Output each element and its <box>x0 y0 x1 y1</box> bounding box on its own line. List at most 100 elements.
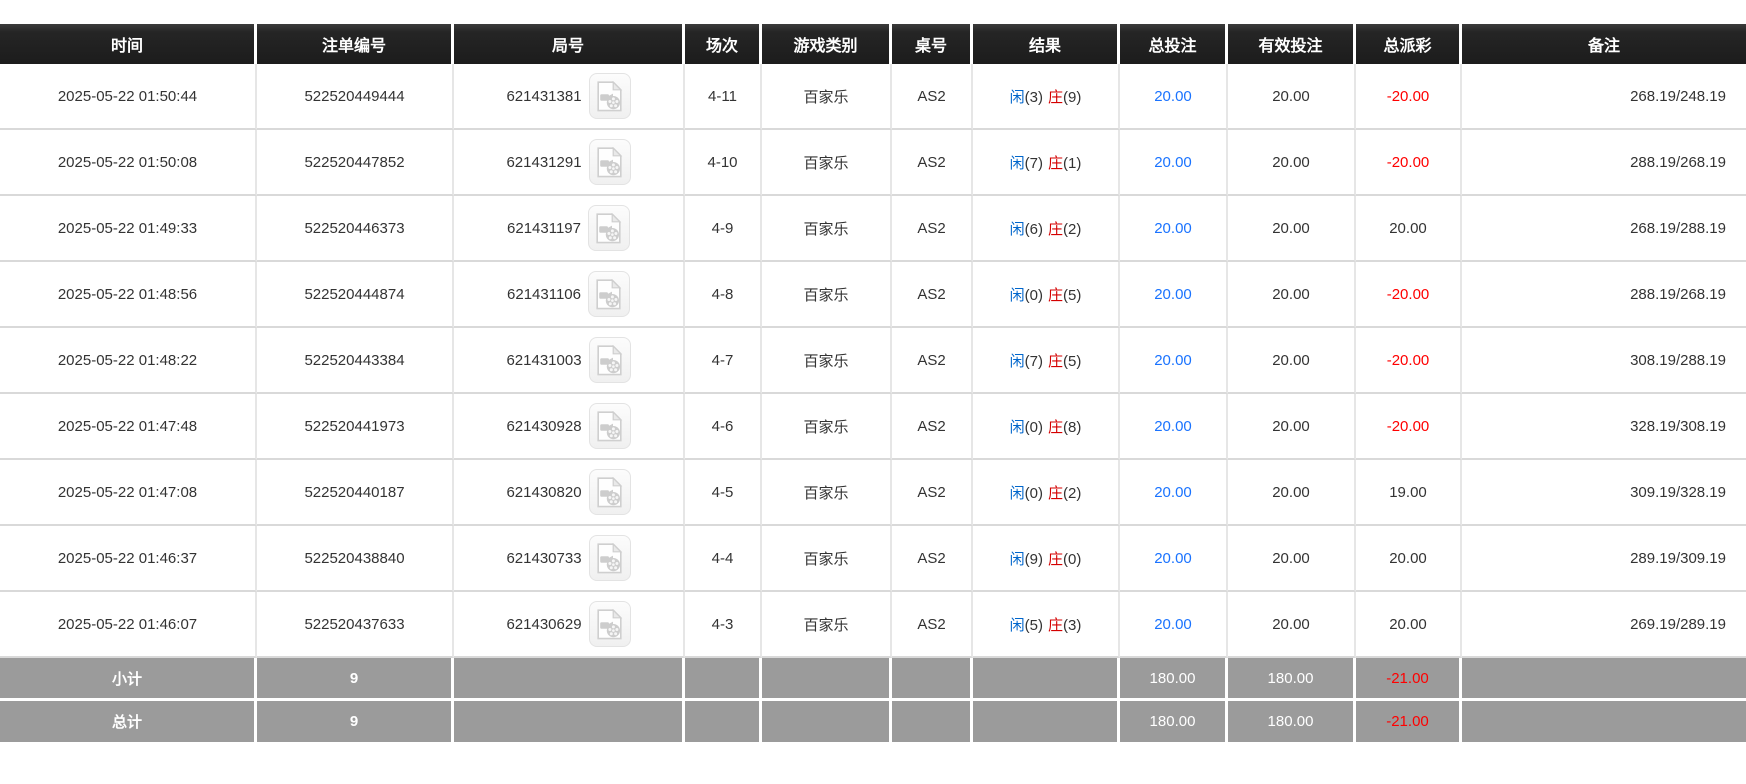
round-no-value: 621431197 <box>507 220 581 237</box>
time-cell: 2025-05-22 01:49:33 <box>0 196 257 262</box>
valid-bet-cell: 20.00 <box>1228 64 1356 130</box>
session-cell: 4-7 <box>685 328 762 394</box>
result-player-label: 闲 <box>1010 155 1025 172</box>
col-header-total-bet: 总投注 <box>1120 24 1228 64</box>
payout-cell: 20.00 <box>1356 592 1462 658</box>
col-header-valid-bet: 有效投注 <box>1228 24 1356 64</box>
result-player-points: (7) <box>1025 353 1043 370</box>
video-file-icon <box>596 411 623 442</box>
remark-cell: 269.19/289.19 <box>1462 592 1746 658</box>
payout-cell: -20.00 <box>1356 130 1462 196</box>
bet-no-cell: 522520440187 <box>257 460 454 526</box>
session-cell: 4-9 <box>685 196 762 262</box>
result-banker-label: 庄 <box>1048 551 1063 568</box>
table-no-cell: AS2 <box>892 328 973 394</box>
total-bet-cell[interactable]: 20.00 <box>1120 196 1228 262</box>
payout-cell: 20.00 <box>1356 196 1462 262</box>
session-cell: 4-8 <box>685 262 762 328</box>
video-file-icon <box>596 543 623 574</box>
valid-bet-cell: 20.00 <box>1228 394 1356 460</box>
result-cell: 闲(3)庄(9) <box>973 64 1120 130</box>
result-player-points: (3) <box>1025 89 1043 106</box>
video-file-icon <box>595 279 622 310</box>
round-no-value: 621430733 <box>506 550 581 567</box>
video-replay-button[interactable] <box>589 403 631 449</box>
result-banker-label: 庄 <box>1048 221 1063 238</box>
grand-total-count: 9 <box>257 701 454 742</box>
col-header-round-no: 局号 <box>454 24 685 64</box>
total-bet-cell[interactable]: 20.00 <box>1120 64 1228 130</box>
bet-no-cell: 522520443384 <box>257 328 454 394</box>
video-replay-button[interactable] <box>589 535 631 581</box>
result-cell: 闲(5)庄(3) <box>973 592 1120 658</box>
table-no-cell: AS2 <box>892 64 973 130</box>
game-type-cell: 百家乐 <box>762 526 892 592</box>
total-bet-cell[interactable]: 20.00 <box>1120 262 1228 328</box>
grand-total-remark <box>1462 701 1746 742</box>
valid-bet-cell: 20.00 <box>1228 130 1356 196</box>
remark-cell: 289.19/309.19 <box>1462 526 1746 592</box>
result-banker-label: 庄 <box>1048 287 1063 304</box>
payout-cell: -20.00 <box>1356 328 1462 394</box>
table-no-cell: AS2 <box>892 262 973 328</box>
grand-total-empty-cell <box>685 701 762 742</box>
result-banker-points: (9) <box>1063 89 1081 106</box>
video-replay-button[interactable] <box>589 73 631 119</box>
table-no-cell: AS2 <box>892 130 973 196</box>
table-row: 2025-05-22 01:46:07 522520437633 6214306… <box>0 592 1746 658</box>
video-file-icon <box>596 477 623 508</box>
subtotal-empty-cell <box>892 658 973 701</box>
round-no-value: 621430629 <box>506 616 581 633</box>
video-replay-button[interactable] <box>589 139 631 185</box>
total-bet-cell[interactable]: 20.00 <box>1120 526 1228 592</box>
video-replay-button[interactable] <box>588 271 630 317</box>
payout-cell: -20.00 <box>1356 262 1462 328</box>
time-cell: 2025-05-22 01:47:08 <box>0 460 257 526</box>
total-bet-cell[interactable]: 20.00 <box>1120 592 1228 658</box>
result-banker-label: 庄 <box>1048 617 1063 634</box>
subtotal-total-bet: 180.00 <box>1120 658 1228 701</box>
bet-no-cell: 522520438840 <box>257 526 454 592</box>
result-banker-label: 庄 <box>1048 353 1063 370</box>
total-bet-cell[interactable]: 20.00 <box>1120 328 1228 394</box>
table-header: 时间 注单编号 局号 场次 游戏类别 桌号 结果 总投注 有效投注 总派彩 备注 <box>0 24 1746 64</box>
session-cell: 4-11 <box>685 64 762 130</box>
total-bet-cell[interactable]: 20.00 <box>1120 460 1228 526</box>
round-no-cell: 621430820 <box>454 460 685 526</box>
result-player-points: (0) <box>1025 485 1043 502</box>
bet-no-cell: 522520446373 <box>257 196 454 262</box>
col-header-session: 场次 <box>685 24 762 64</box>
video-replay-button[interactable] <box>589 337 631 383</box>
valid-bet-cell: 20.00 <box>1228 460 1356 526</box>
header-row: 时间 注单编号 局号 场次 游戏类别 桌号 结果 总投注 有效投注 总派彩 备注 <box>0 24 1746 64</box>
total-bet-cell[interactable]: 20.00 <box>1120 130 1228 196</box>
time-cell: 2025-05-22 01:50:08 <box>0 130 257 196</box>
result-banker-points: (1) <box>1063 155 1081 172</box>
result-banker-label: 庄 <box>1048 419 1063 436</box>
subtotal-empty-cell <box>973 658 1120 701</box>
video-replay-button[interactable] <box>589 469 631 515</box>
subtotal-valid-bet: 180.00 <box>1228 658 1356 701</box>
grand-total-empty-cell <box>973 701 1120 742</box>
remark-cell: 268.19/248.19 <box>1462 64 1746 130</box>
total-bet-cell[interactable]: 20.00 <box>1120 394 1228 460</box>
col-header-result: 结果 <box>973 24 1120 64</box>
grand-total-valid-bet: 180.00 <box>1228 701 1356 742</box>
result-player-label: 闲 <box>1010 353 1025 370</box>
grand-total-total-bet: 180.00 <box>1120 701 1228 742</box>
col-header-payout: 总派彩 <box>1356 24 1462 64</box>
result-player-label: 闲 <box>1010 287 1025 304</box>
game-type-cell: 百家乐 <box>762 394 892 460</box>
video-replay-button[interactable] <box>589 601 631 647</box>
table-row: 2025-05-22 01:48:22 522520443384 6214310… <box>0 328 1746 394</box>
round-no-value: 621430820 <box>506 484 581 501</box>
result-player-label: 闲 <box>1010 419 1025 436</box>
payout-cell: 20.00 <box>1356 526 1462 592</box>
video-replay-button[interactable] <box>588 205 630 251</box>
session-cell: 4-6 <box>685 394 762 460</box>
round-no-cell: 621430733 <box>454 526 685 592</box>
video-file-icon <box>596 81 623 112</box>
table-no-cell: AS2 <box>892 592 973 658</box>
result-cell: 闲(0)庄(5) <box>973 262 1120 328</box>
bet-no-cell: 522520441973 <box>257 394 454 460</box>
